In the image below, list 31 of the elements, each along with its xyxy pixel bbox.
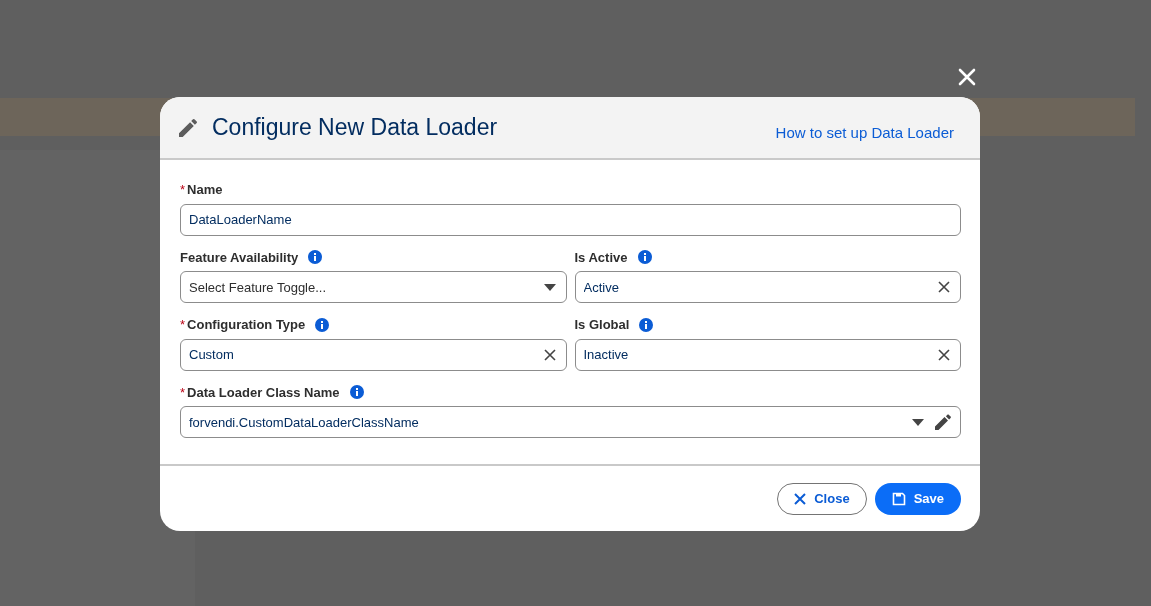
save-button[interactable]: Save	[874, 483, 961, 515]
close-button[interactable]: Close	[777, 483, 867, 515]
field-label: Name	[187, 181, 223, 199]
field-label: Is Global	[574, 316, 630, 334]
required-mark: *	[180, 316, 186, 334]
clear-button[interactable]	[937, 280, 951, 294]
info-icon[interactable]	[315, 317, 330, 332]
help-link[interactable]: How to set up Data Loader	[775, 122, 954, 145]
clear-button[interactable]	[542, 347, 557, 362]
clear-button[interactable]	[937, 347, 951, 362]
field-label: Data Loader Class Name	[187, 383, 340, 402]
info-icon[interactable]	[639, 317, 654, 332]
close-icon	[794, 493, 807, 505]
field-label: Configuration Type	[187, 316, 306, 334]
dropdown-icon[interactable]	[911, 416, 925, 428]
required-mark: *	[180, 383, 186, 402]
combobox-field[interactable]: Custom	[180, 338, 567, 371]
required-mark: *	[180, 181, 186, 199]
combobox-field[interactable]: Active	[574, 271, 961, 303]
info-icon[interactable]	[308, 250, 323, 265]
lookup-field[interactable]: forvendi.CustomDataLoaderClassName	[180, 406, 961, 438]
dialog-title: Configure New Data Loader	[212, 113, 498, 142]
info-icon[interactable]	[637, 250, 652, 265]
text-field[interactable]: DataLoaderName	[180, 203, 961, 236]
field-label: Is Active	[574, 248, 628, 267]
info-icon[interactable]	[349, 385, 364, 400]
select-field[interactable]: Select Feature Toggle...	[180, 271, 567, 303]
pencil-icon[interactable]	[933, 413, 951, 431]
dropdown-icon[interactable]	[542, 281, 557, 293]
field-label: Feature Availability	[180, 248, 299, 267]
combobox-field[interactable]: Inactive	[574, 338, 961, 371]
